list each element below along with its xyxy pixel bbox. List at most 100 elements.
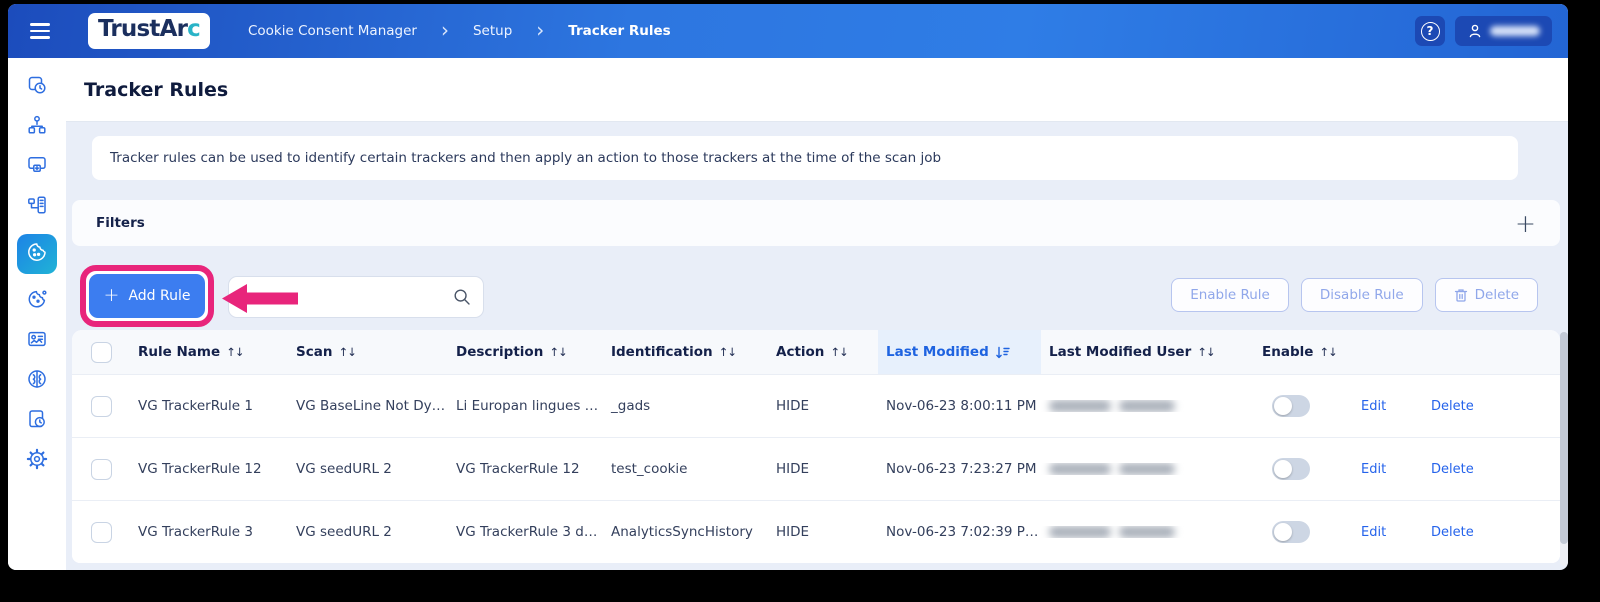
page-header: Tracker Rules	[66, 58, 1568, 122]
column-header-rule-name[interactable]: Rule Name ↑↓	[130, 344, 288, 360]
user-icon	[1467, 23, 1483, 39]
gear-icon	[26, 448, 48, 474]
app-window: TrustArc Cookie Consent Manager › Setup …	[8, 4, 1568, 570]
plus-icon: +	[103, 284, 120, 306]
annotation-highlight-ring: + Add Rule	[80, 265, 214, 327]
sort-descending-icon	[995, 346, 1010, 359]
chevron-right-icon: ›	[440, 17, 449, 42]
column-header-last-modified-user[interactable]: Last Modified User ↑↓	[1041, 344, 1246, 360]
sidebar-item-sitemap[interactable]	[17, 114, 57, 140]
add-rule-button[interactable]: + Add Rule	[89, 274, 205, 318]
breadcrumb-setup[interactable]: Setup	[473, 23, 512, 39]
enable-rule-button[interactable]: Enable Rule	[1171, 278, 1289, 312]
scan-cell: VG seedURL 2	[296, 461, 392, 477]
action-cell: HIDE	[776, 398, 810, 414]
breadcrumb-cookie-consent-manager[interactable]: Cookie Consent Manager	[248, 23, 417, 39]
table-toolbar: + Add Rule Enable Rule Disable Rule Dele…	[66, 246, 1568, 330]
row-checkbox[interactable]	[90, 395, 112, 417]
main-content: Tracker Rules Tracker rules can be used …	[66, 58, 1568, 570]
add-rule-label: Add Rule	[128, 288, 191, 304]
identification-cell: AnalyticsSyncHistory	[611, 524, 753, 540]
column-header-action[interactable]: Action ↑↓	[768, 344, 878, 360]
select-all-checkbox[interactable]	[90, 341, 112, 363]
chevron-right-icon: ›	[536, 17, 545, 42]
bulk-actions: Enable Rule Disable Rule Delete	[1171, 278, 1538, 312]
description-card: Tracker rules can be used to identify ce…	[92, 136, 1518, 180]
sidebar-item-audit-log[interactable]	[17, 194, 57, 220]
annotation-arrow-icon	[222, 284, 298, 313]
delete-button[interactable]: Delete	[1434, 278, 1538, 312]
table-row: VG TrackerRule 12 VG seedURL 2 VG Tracke…	[72, 437, 1560, 500]
column-header-scan[interactable]: Scan ↑↓	[288, 344, 448, 360]
sort-icon: ↑↓	[549, 345, 567, 359]
last-modified-cell: Nov-06-23 7:02:39 P…	[886, 524, 1039, 540]
vertical-scrollbar[interactable]	[1560, 332, 1568, 566]
hamburger-menu-icon[interactable]	[30, 23, 50, 39]
sort-icon: ↑↓	[1197, 345, 1215, 359]
sidebar-item-cookie-settings[interactable]	[17, 288, 57, 314]
table-row: VG TrackerRule 3 VG seedURL 2 VG Tracker…	[72, 500, 1560, 563]
sidebar-item-media-library[interactable]	[17, 328, 57, 354]
sort-icon: ↑↓	[338, 345, 356, 359]
audit-list-icon	[26, 194, 48, 220]
disable-rule-label: Disable Rule	[1319, 287, 1404, 303]
brain-icon	[26, 368, 48, 394]
edit-link[interactable]: Edit	[1361, 462, 1386, 477]
last-modified-cell: Nov-06-23 8:00:11 PM	[886, 398, 1037, 414]
last-modified-user-cell	[1041, 526, 1246, 538]
help-button[interactable]: ?	[1415, 16, 1445, 46]
filters-label: Filters	[96, 215, 145, 231]
expand-filters-icon[interactable]: +	[1515, 211, 1536, 236]
user-name-redacted	[1490, 26, 1540, 36]
rule-name-cell: VG TrackerRule 1	[138, 398, 253, 414]
description-cell: VG TrackerRule 12	[456, 461, 580, 477]
sidebar-item-settings[interactable]	[17, 448, 57, 474]
enable-rule-label: Enable Rule	[1190, 287, 1270, 303]
identification-cell: test_cookie	[611, 461, 688, 477]
delete-link[interactable]: Delete	[1431, 525, 1474, 540]
rule-name-cell: VG TrackerRule 3	[138, 524, 253, 540]
report-clock-icon	[26, 408, 48, 434]
trustarc-logo[interactable]: TrustArc	[88, 12, 210, 50]
scan-cell: VG BaseLine Not Dy…	[296, 398, 446, 414]
edit-link[interactable]: Edit	[1361, 525, 1386, 540]
last-modified-user-cell	[1041, 463, 1246, 475]
sort-icon: ↑↓	[830, 345, 848, 359]
column-header-description[interactable]: Description ↑↓	[448, 344, 603, 360]
logo-text-teal: c	[187, 15, 201, 42]
sidebar-item-cookie-consent-active[interactable]	[17, 234, 57, 274]
identification-cell: _gads	[611, 398, 651, 414]
description-cell: Li Europan lingues …	[456, 398, 599, 414]
filters-panel[interactable]: Filters +	[72, 200, 1560, 246]
tracker-rules-table: Rule Name ↑↓ Scan ↑↓ Description ↑↓ Identif…	[72, 330, 1560, 563]
media-card-icon	[26, 328, 48, 354]
logo-text-dark: TrustAr	[98, 15, 188, 42]
row-checkbox[interactable]	[90, 521, 112, 543]
enable-toggle-off[interactable]	[1272, 458, 1310, 480]
disable-rule-button[interactable]: Disable Rule	[1300, 278, 1423, 312]
top-navigation-bar: TrustArc Cookie Consent Manager › Setup …	[8, 4, 1568, 58]
enable-toggle-off[interactable]	[1272, 521, 1310, 543]
search-icon	[453, 288, 471, 306]
cookie-icon	[26, 241, 48, 267]
delete-link[interactable]: Delete	[1431, 399, 1474, 414]
enable-toggle-off[interactable]	[1272, 395, 1310, 417]
column-header-last-modified-sorted[interactable]: Last Modified	[878, 330, 1041, 374]
scrollbar-thumb[interactable]	[1560, 332, 1568, 544]
page-title: Tracker Rules	[84, 78, 229, 101]
sidebar-item-scan-overview[interactable]	[17, 74, 57, 100]
edit-link[interactable]: Edit	[1361, 399, 1386, 414]
delete-link[interactable]: Delete	[1431, 462, 1474, 477]
last-modified-user-cell	[1041, 400, 1246, 412]
sidebar-item-scan-reports[interactable]	[17, 408, 57, 434]
sidebar-item-screen-scan[interactable]	[17, 154, 57, 180]
redacted-user-name	[1049, 400, 1246, 412]
sidebar-item-ai-governance[interactable]	[17, 368, 57, 394]
description-text: Tracker rules can be used to identify ce…	[110, 150, 942, 166]
column-header-enable[interactable]: Enable ↑↓	[1246, 344, 1353, 360]
row-checkbox[interactable]	[90, 458, 112, 480]
redacted-user-name	[1049, 463, 1246, 475]
column-header-identification[interactable]: Identification ↑↓	[603, 344, 768, 360]
user-menu-button[interactable]	[1455, 16, 1552, 46]
sort-icon: ↑↓	[226, 345, 244, 359]
